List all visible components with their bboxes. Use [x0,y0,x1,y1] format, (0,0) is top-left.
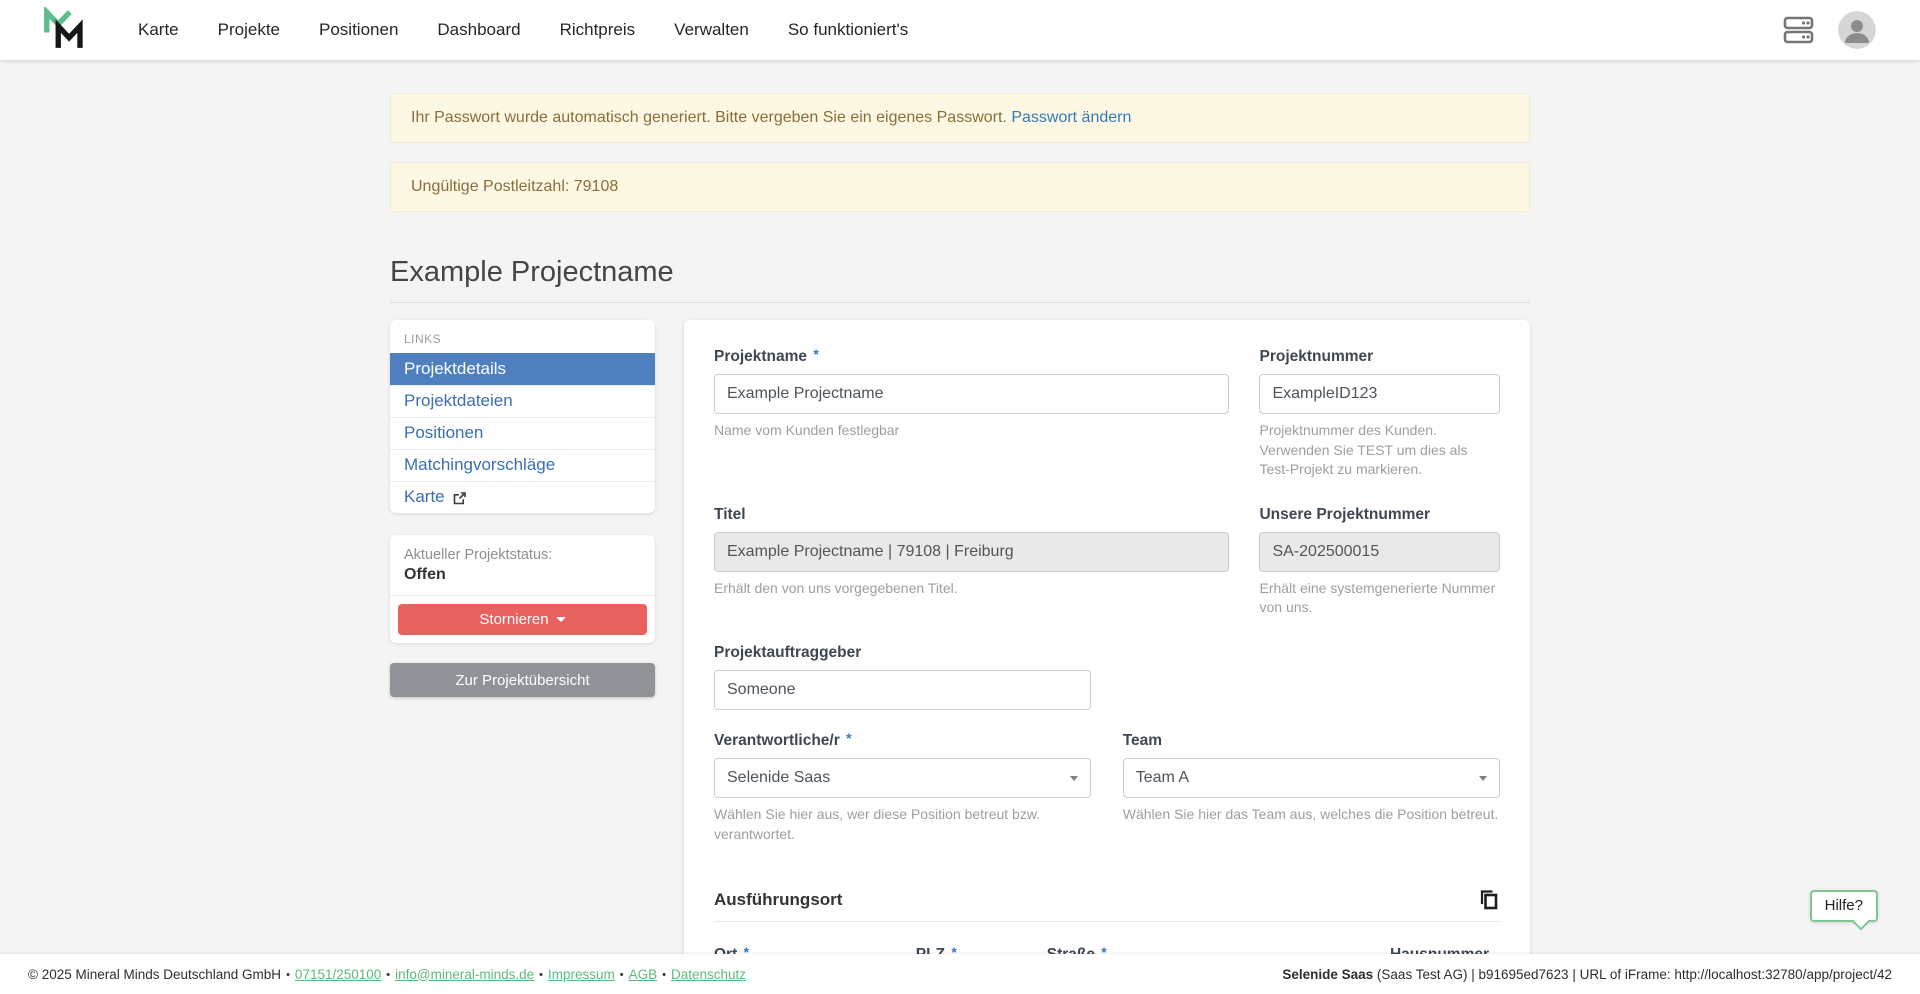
user-avatar-icon[interactable] [1838,11,1876,49]
footer-session-info: Selenide Saas (Saas Test AG) | b91695ed7… [1282,967,1892,982]
verantwortliche-help: Wählen Sie hier aus, wer diese Position … [714,805,1091,844]
links-card: LINKS Projektdetails Projektdateien Posi… [390,320,655,513]
project-details-form: Projektname * Name vom Kunden festlegbar… [684,320,1530,994]
selected-value: Team A [1136,769,1189,787]
unsere-projektnummer-label: Unsere Projektnummer [1259,506,1500,524]
sidebar-item-label: Matchingvorschläge [404,455,555,475]
footer-left: © 2025 Mineral Minds Deutschland GmbH 071… [28,967,746,982]
verantwortliche-select[interactable]: Selenide Saas [714,758,1091,798]
projektname-help: Name vom Kunden festlegbar [714,421,1229,441]
footer-user-name: Selenide Saas [1282,967,1373,982]
status-value: Offen [404,566,641,584]
footer-agb-link[interactable]: AGB [629,967,658,982]
sidebar: LINKS Projektdetails Projektdateien Posi… [390,320,655,697]
sidebar-item-projektdateien[interactable]: Projektdateien [390,385,655,417]
titel-label: Titel [714,506,1229,524]
status-label: Aktueller Projektstatus: [404,547,641,563]
team-select[interactable]: Team A [1123,758,1500,798]
projektauftraggeber-label: Projektauftraggeber [714,644,1091,662]
required-asterisk: * [846,730,851,746]
password-warning-alert: Ihr Passwort wurde automatisch generiert… [390,93,1530,143]
footer: © 2025 Mineral Minds Deutschland GmbH 071… [0,954,1920,994]
chevron-down-icon [1479,776,1487,781]
titel-help: Erhält den von uns vorgegebenen Titel. [714,579,1229,599]
sidebar-item-karte[interactable]: Karte [390,481,655,513]
page-title: Example Projectname [390,256,1530,289]
sidebar-item-label: Projektdetails [404,359,506,379]
navbar-right [1783,11,1876,49]
selected-value: Selenide Saas [727,769,830,787]
main-nav: Karte Projekte Positionen Dashboard Rich… [138,20,908,40]
nav-item-verwalten[interactable]: Verwalten [674,20,749,40]
sidebar-item-positionen[interactable]: Positionen [390,417,655,449]
footer-impressum-link[interactable]: Impressum [548,967,615,982]
copy-icon [1477,888,1500,911]
team-help: Wählen Sie hier das Team aus, welches di… [1123,805,1500,825]
footer-session-details: (Saas Test AG) | b91695ed7623 | URL of i… [1373,967,1892,982]
help-button-label: Hilfe? [1825,897,1863,914]
mineral-minds-logo-icon [40,7,88,53]
help-button[interactable]: Hilfe? [1810,890,1878,922]
projektname-label: Projektname * [714,348,1229,366]
verantwortliche-label: Verantwortliche/r * [714,732,1091,750]
required-asterisk: * [813,346,818,362]
copy-address-button[interactable] [1477,888,1500,911]
brand-logo-icon[interactable] [40,7,88,53]
project-overview-button[interactable]: Zur Projektübersicht [390,663,655,697]
titel-input [714,532,1229,572]
ausfuehrungsort-heading: Ausführungsort [714,890,842,910]
top-navbar: Karte Projekte Positionen Dashboard Rich… [0,0,1920,60]
section-divider [714,921,1500,922]
change-password-link[interactable]: Passwort ändern [1011,109,1131,126]
external-link-icon [452,491,467,506]
speech-bubble-tail [1853,914,1870,931]
cancel-project-button[interactable]: Stornieren [398,604,647,635]
chevron-down-icon [556,617,566,622]
projektnummer-label: Projektnummer [1259,348,1500,366]
label-text: Projektname [714,348,807,365]
sidebar-item-projektdetails[interactable]: Projektdetails [390,353,655,385]
footer-datenschutz-link[interactable]: Datenschutz [671,967,746,982]
title-divider [390,302,1530,303]
page: Karte Projekte Positionen Dashboard Rich… [0,0,1920,994]
nav-item-dashboard[interactable]: Dashboard [437,20,520,40]
server-icon[interactable] [1783,16,1814,44]
password-warning-text: Ihr Passwort wurde automatisch generiert… [411,109,1007,126]
sidebar-item-label: Karte [404,487,445,507]
footer-copyright: © 2025 Mineral Minds Deutschland GmbH [28,967,281,982]
nav-item-karte[interactable]: Karte [138,20,179,40]
cancel-button-label: Stornieren [479,611,548,628]
nav-item-richtpreis[interactable]: Richtpreis [560,20,636,40]
unsere-projektnummer-input [1259,532,1500,572]
nav-item-so-funktionierts[interactable]: So funktioniert's [788,20,908,40]
invalid-plz-alert: Ungültige Postleitzahl: 79108 [390,162,1530,212]
links-card-header: LINKS [390,320,655,353]
projektauftraggeber-input[interactable] [714,670,1091,710]
sidebar-item-label: Positionen [404,423,483,443]
project-status-card: Aktueller Projektstatus: Offen Storniere… [390,535,655,643]
nav-item-projekte[interactable]: Projekte [218,20,280,40]
content-area: Ihr Passwort wurde automatisch generiert… [390,60,1530,994]
sidebar-item-matchingvorschlaege[interactable]: Matchingvorschläge [390,449,655,481]
chevron-down-icon [1070,776,1078,781]
nav-item-positionen[interactable]: Positionen [319,20,398,40]
projektnummer-help: Projektnummer des Kunden. Verwenden Sie … [1259,421,1500,480]
unsere-projektnummer-help: Erhält eine systemgenerierte Nummer von … [1259,579,1500,618]
invalid-plz-text: Ungültige Postleitzahl: 79108 [411,178,618,195]
footer-phone-link[interactable]: 07151/250100 [295,967,381,982]
sidebar-item-label: Projektdateien [404,391,513,411]
team-label: Team [1123,732,1500,750]
projektnummer-input[interactable] [1259,374,1500,414]
label-text: Verantwortliche/r [714,732,840,749]
footer-email-link[interactable]: info@mineral-minds.de [395,967,534,982]
projektname-input[interactable] [714,374,1229,414]
